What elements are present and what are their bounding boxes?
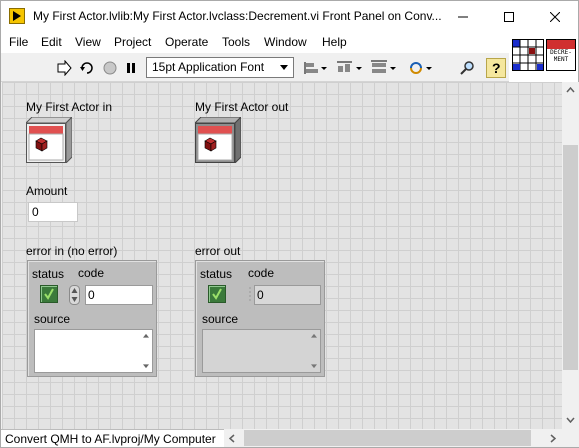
vertical-scrollbar[interactable]: [562, 82, 579, 429]
error-out-status-indicator: [208, 285, 226, 303]
error-out-source-scrollbar[interactable]: [308, 330, 320, 372]
error-out-source-indicator: [202, 329, 321, 373]
reorder-button[interactable]: [406, 58, 434, 78]
checkmark-icon: [212, 288, 222, 300]
error-out-label: error out: [195, 244, 241, 258]
menu-edit[interactable]: Edit: [41, 35, 62, 49]
pause-icon: [127, 63, 135, 73]
window-title: My First Actor.lvlib:My First Actor.lvcl…: [33, 9, 442, 23]
menu-bar: File Edit View Project Operate Tools Win…: [1, 32, 509, 53]
resize-objects-button[interactable]: [370, 58, 398, 78]
menu-help[interactable]: Help: [322, 35, 347, 49]
maximize-button[interactable]: [486, 1, 532, 32]
run-continuously-icon: [80, 62, 93, 74]
search-button[interactable]: [457, 58, 477, 78]
vi-icon-pane: DECRE- MENT: [509, 32, 578, 82]
error-out-cluster: status code 0 source: [195, 260, 325, 377]
scrollbar-corner: [562, 429, 579, 447]
error-in-cluster: status code 0 source: [27, 260, 157, 377]
actor-out-label: My First Actor out: [195, 100, 289, 114]
toolbar: 15pt Application Font ?: [1, 53, 509, 82]
error-out-code-radix: [249, 287, 251, 303]
menu-view[interactable]: View: [75, 35, 101, 49]
minimize-button[interactable]: [440, 1, 486, 32]
run-button[interactable]: [54, 58, 74, 78]
vi-icon-label[interactable]: DECRE- MENT: [546, 39, 576, 71]
distribute-objects-icon: [337, 61, 362, 72]
menu-window[interactable]: Window: [264, 35, 307, 49]
menu-operate[interactable]: Operate: [165, 35, 208, 49]
front-panel[interactable]: My First Actor in My First Actor out Amo…: [2, 82, 562, 429]
labview-vi-icon: [9, 8, 25, 24]
menu-tools[interactable]: Tools: [222, 35, 250, 49]
error-in-code-field[interactable]: 0: [85, 285, 153, 305]
align-objects-button[interactable]: [301, 58, 329, 78]
resize-objects-icon: [371, 60, 396, 73]
font-select-value: 15pt Application Font: [152, 60, 265, 74]
labview-front-panel-window: My First Actor.lvlib:My First Actor.lvcl…: [0, 0, 579, 448]
run-continuously-button[interactable]: [77, 58, 97, 78]
error-in-label: error in (no error): [26, 244, 118, 258]
reorder-icon: [410, 62, 432, 74]
actor-in-label: My First Actor in: [26, 100, 113, 114]
vertical-scroll-thumb[interactable]: [563, 145, 578, 370]
svg-text:?: ?: [492, 60, 501, 76]
run-arrow-icon: [57, 60, 72, 76]
search-icon: [460, 61, 474, 75]
horizontal-scroll-thumb[interactable]: [244, 430, 531, 446]
actor-in-control[interactable]: [26, 117, 72, 163]
error-in-source-scrollbar[interactable]: [140, 330, 152, 372]
close-icon: [550, 11, 560, 22]
stop-icon: [103, 61, 117, 75]
context-help-button[interactable]: ?: [486, 58, 506, 78]
help-icon: ?: [492, 60, 501, 76]
connector-pane-icon[interactable]: [512, 39, 544, 71]
menu-file[interactable]: File: [9, 35, 28, 49]
error-out-status-label: status: [200, 267, 233, 281]
minimize-icon: [458, 16, 468, 17]
close-button[interactable]: [532, 1, 578, 32]
error-out-source-label: source: [202, 312, 239, 326]
align-objects-icon: [304, 62, 327, 74]
error-in-code-spinner[interactable]: [69, 285, 80, 305]
error-in-status-checkbox[interactable]: [40, 285, 58, 303]
error-out-code-label: code: [248, 266, 275, 280]
menu-project[interactable]: Project: [114, 35, 151, 49]
checkmark-icon: [44, 288, 54, 300]
font-select[interactable]: 15pt Application Font: [146, 57, 294, 78]
project-context: Convert QMH to AF.lvproj/My Computer: [1, 429, 224, 447]
error-in-source-label: source: [34, 312, 71, 326]
maximize-icon: [504, 11, 514, 22]
horizontal-scrollbar[interactable]: [224, 429, 562, 447]
scroll-up-arrow-icon[interactable]: [566, 87, 575, 93]
scroll-left-arrow-icon[interactable]: [229, 434, 235, 443]
amount-label: Amount: [26, 184, 68, 198]
amount-numeric-control[interactable]: 0: [28, 202, 78, 222]
distribute-objects-button[interactable]: [336, 58, 364, 78]
error-in-code-label: code: [78, 266, 105, 280]
scroll-right-arrow-icon[interactable]: [550, 434, 556, 443]
chevron-down-icon: [280, 65, 288, 70]
abort-button[interactable]: [100, 58, 120, 78]
pause-button[interactable]: [121, 58, 141, 78]
error-out-code-indicator: 0: [254, 285, 321, 305]
title-bar[interactable]: My First Actor.lvlib:My First Actor.lvcl…: [1, 1, 578, 32]
error-in-status-label: status: [32, 267, 65, 281]
actor-out-indicator[interactable]: [195, 117, 241, 163]
scroll-down-arrow-icon[interactable]: [566, 417, 575, 423]
error-in-source-field[interactable]: [34, 329, 153, 373]
